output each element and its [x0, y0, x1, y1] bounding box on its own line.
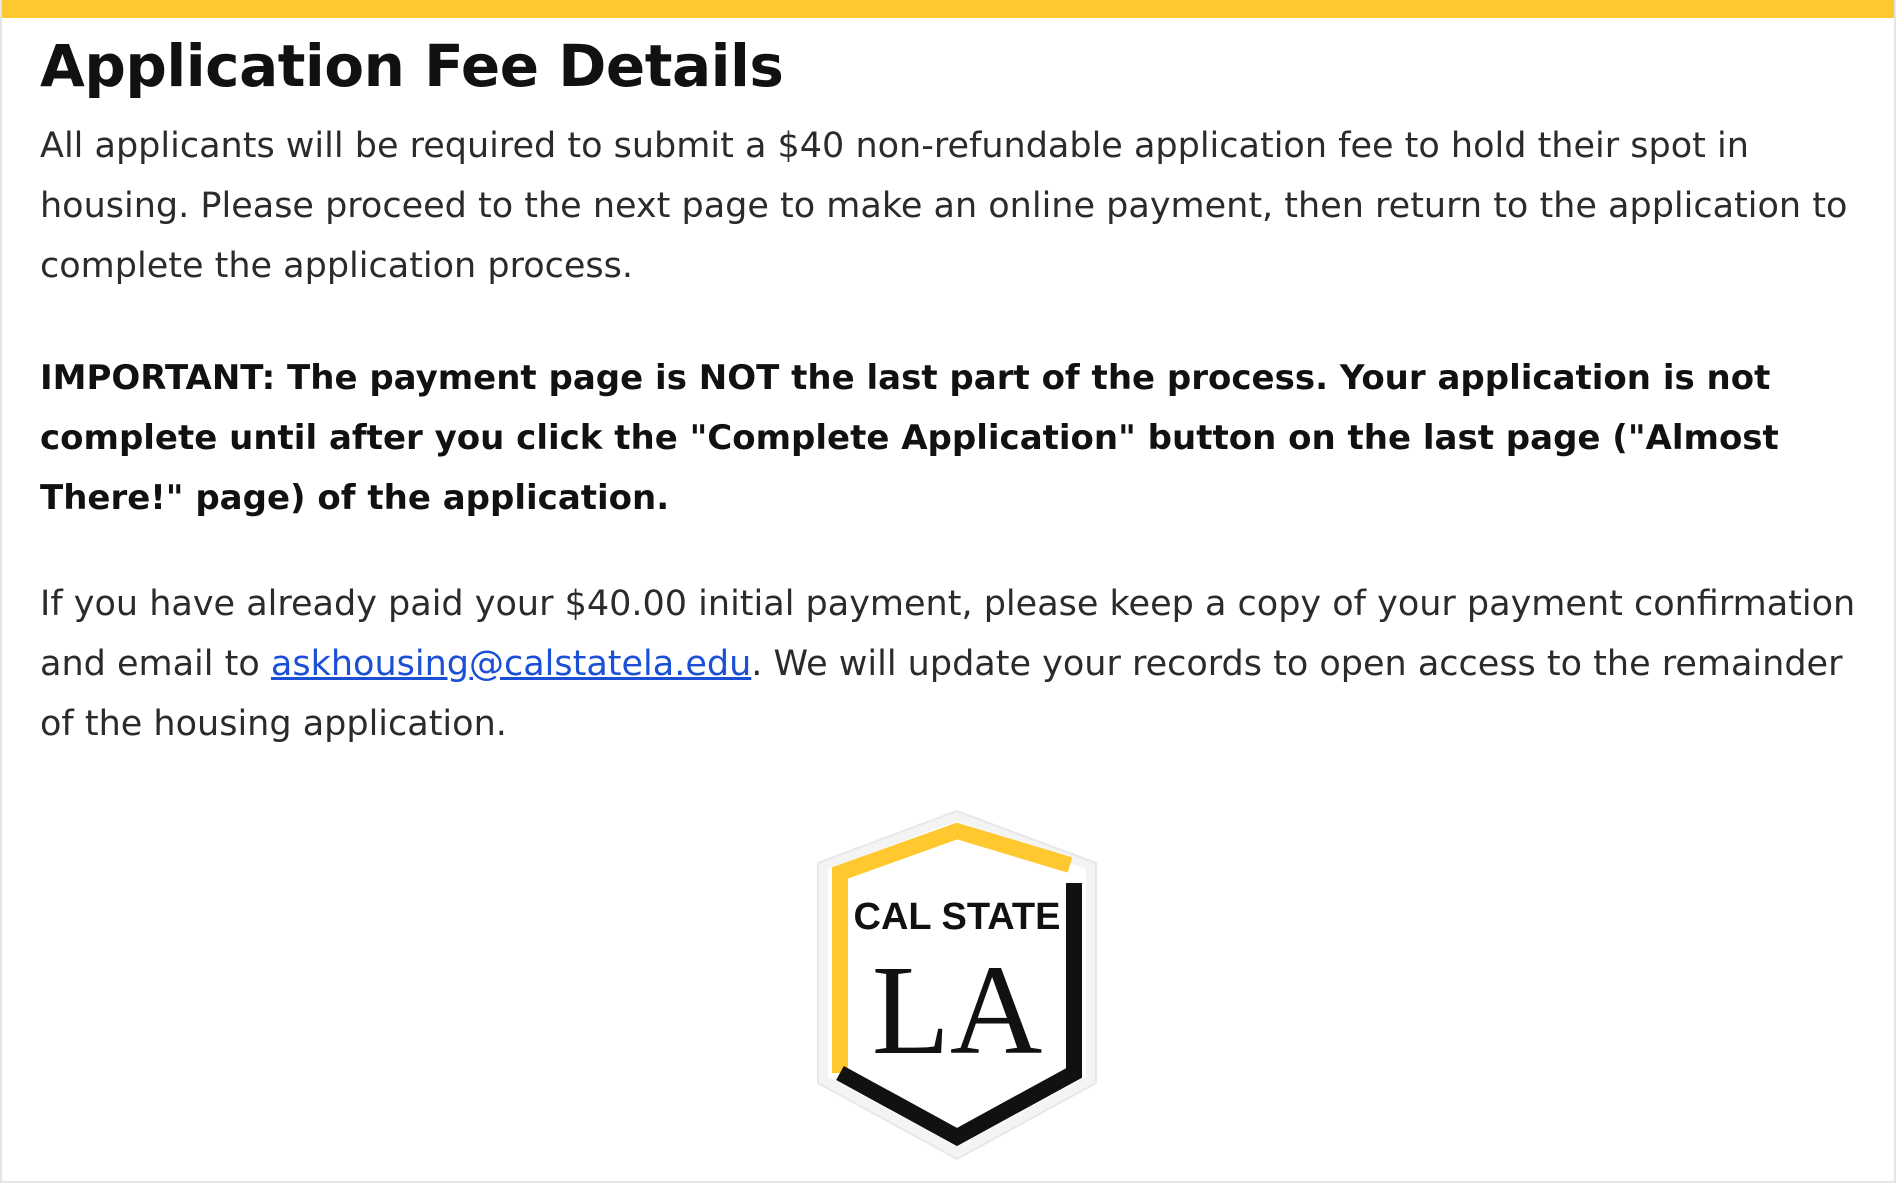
- application-fee-page: Application Fee Details All applicants w…: [0, 0, 1896, 1183]
- page-title: Application Fee Details: [40, 32, 784, 100]
- already-paid-paragraph: If you have already paid your $40.00 ini…: [40, 574, 1880, 754]
- accent-top-bar: [2, 0, 1894, 18]
- logo-cal-state-text: CAL STATE: [854, 896, 1061, 938]
- intro-paragraph: All applicants will be required to submi…: [40, 126, 1848, 286]
- askhousing-email-link[interactable]: askhousing@calstatela.edu: [271, 644, 751, 684]
- main-content: Application Fee Details All applicants w…: [40, 30, 1880, 754]
- important-notice: IMPORTANT: The payment page is NOT the l…: [40, 358, 1779, 518]
- cal-state-la-shield-icon: CAL STATE LA: [817, 809, 1097, 1161]
- cal-state-la-logo: CAL STATE LA: [812, 805, 1102, 1165]
- logo-la-text: LA: [872, 939, 1043, 1081]
